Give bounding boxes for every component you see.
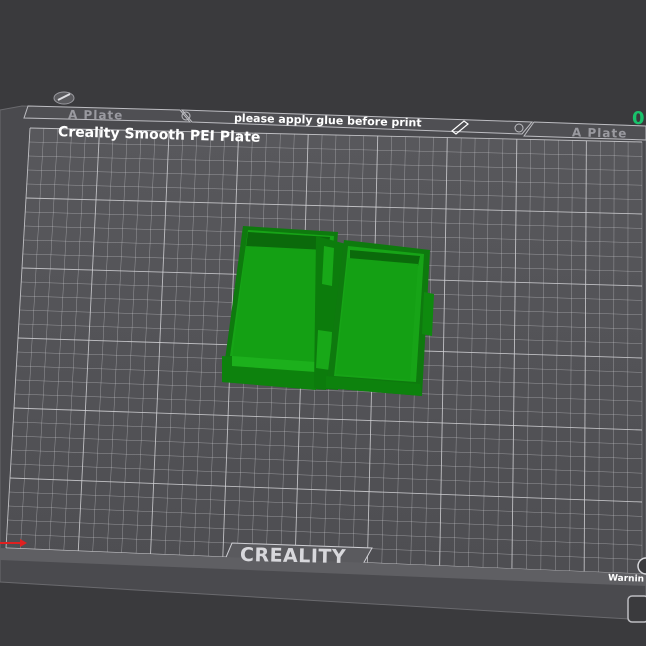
plate-name-left[interactable]: A Plate bbox=[68, 108, 124, 123]
3d-model-box[interactable] bbox=[222, 226, 434, 396]
warning-label: Warnin bbox=[607, 573, 645, 585]
plate-name-right[interactable]: A Plate bbox=[572, 125, 628, 140]
view-control-icon[interactable] bbox=[627, 595, 646, 623]
brand-logo: CREALITY bbox=[239, 543, 347, 569]
plate-edit-icon[interactable] bbox=[53, 91, 75, 105]
plate-counter: 0 bbox=[632, 108, 645, 129]
